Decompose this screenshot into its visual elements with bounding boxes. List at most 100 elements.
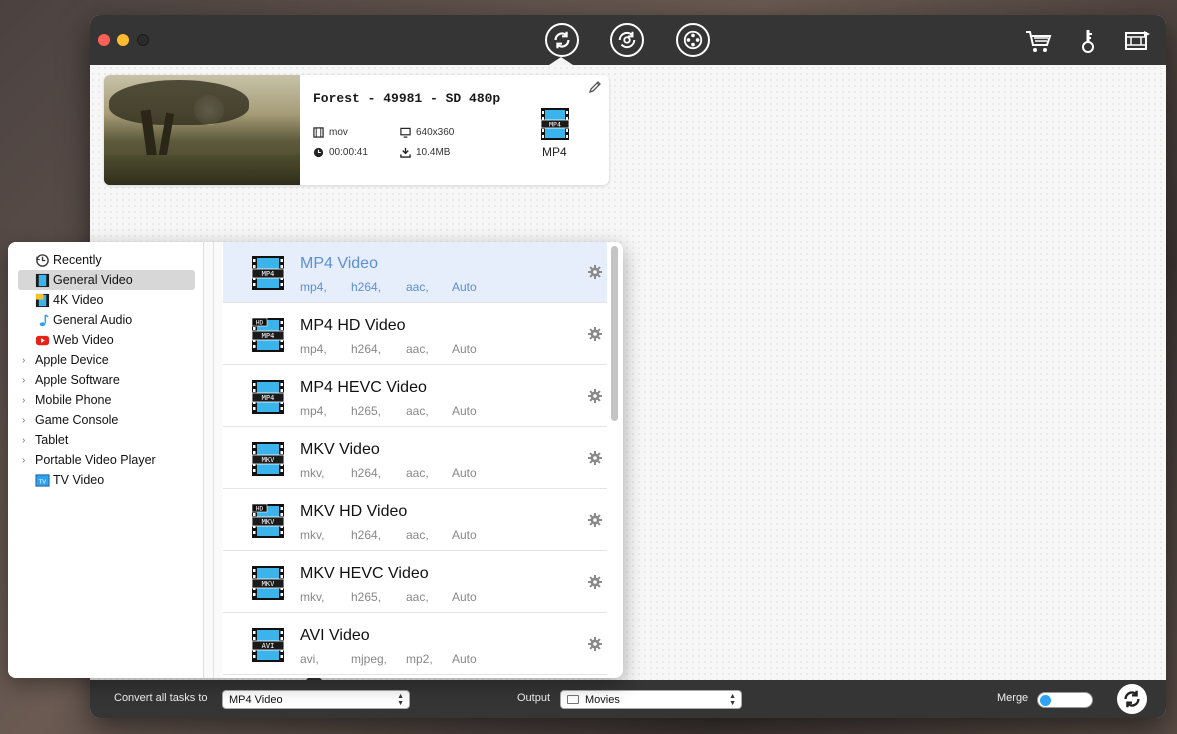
gear-icon[interactable] [587, 326, 603, 342]
close-window-button[interactable] [98, 34, 110, 46]
music-note-icon [35, 313, 50, 328]
select-arrows-icon: ▲ ▼ [729, 693, 736, 707]
avi-format-icon: AVI [251, 627, 285, 663]
container-meta: mov [313, 127, 348, 138]
format-list-scrollbar[interactable] [611, 246, 618, 421]
task-title: Forest - 49981 - SD 480p [313, 91, 501, 106]
mkv-hd-format-icon: MKV HD [251, 503, 285, 539]
convert-button[interactable] [1117, 684, 1147, 714]
clock-icon [313, 147, 324, 158]
film-mode-button[interactable] [676, 23, 710, 57]
mp4-format-icon: MP4 [251, 255, 285, 291]
category-4k-video[interactable]: 4K Video [18, 290, 195, 310]
category-label: Mobile Phone [35, 393, 112, 407]
cart-icon [1026, 31, 1052, 52]
rotate-mode-button[interactable] [610, 23, 644, 57]
convert-mode-button[interactable] [545, 23, 579, 57]
mp4-format-icon[interactable]: MP4 [540, 107, 570, 141]
merge-toggle[interactable] [1037, 692, 1093, 708]
format-spec: h264, [351, 342, 382, 356]
format-name: AVI Video [300, 627, 370, 644]
container-value: mov [329, 127, 348, 138]
chevron-right-icon[interactable]: › [22, 435, 32, 446]
format-row-mp4-video[interactable]: MP4 MP4 Video mp4, h264, aac, Auto [223, 242, 607, 303]
category-label: Apple Software [35, 373, 120, 387]
format-row-avi-video[interactable]: AVI AVI Video avi, mjpeg, mp2, Auto [223, 614, 607, 675]
format-spec: mp4, [300, 342, 327, 356]
minimize-window-button[interactable] [117, 34, 129, 46]
output-format-label: MP4 [542, 145, 567, 159]
category-label: General Audio [53, 313, 133, 327]
category-label: General Video [53, 273, 133, 287]
format-row-mp4-hevc-video[interactable]: MP4 MP4 HEVC Video mp4, h265, aac, Auto [223, 366, 607, 427]
size-meta: 10.4MB [400, 147, 450, 158]
category-apple-software[interactable]: › Apple Software [18, 370, 195, 390]
format-spec: aac, [406, 404, 429, 418]
format-spec: h265, [351, 590, 382, 604]
cart-button[interactable] [1023, 27, 1053, 55]
video-settings-button[interactable] [1123, 27, 1153, 55]
maximize-window-button[interactable] [137, 34, 149, 46]
category-general-video[interactable]: General Video [18, 270, 195, 290]
format-spec: mkv, [300, 590, 325, 604]
key-icon [1082, 30, 1094, 53]
film-icon [35, 273, 50, 288]
format-spec: h264, [351, 528, 382, 542]
mp4-hd-format-icon: MP4 HD [251, 317, 285, 353]
category-label: Web Video [53, 333, 114, 347]
format-spec: mkv, [300, 528, 325, 542]
resolution-meta: 640x360 [400, 127, 454, 138]
format-row-mp4-hd-video[interactable]: MP4 HD MP4 HD Video mp4, h264, aac, Auto [223, 304, 607, 365]
category-apple-device[interactable]: › Apple Device [18, 350, 195, 370]
format-spec: Auto [452, 466, 477, 480]
category-tablet[interactable]: › Tablet [18, 430, 195, 450]
format-picker-popup: Recently General Video 4K Video General Aud… [8, 242, 623, 678]
category-portable-video-player[interactable]: › Portable Video Player [18, 450, 195, 470]
category-web-video[interactable]: Web Video [18, 330, 195, 350]
history-icon [35, 253, 50, 268]
format-spec: aac, [406, 528, 429, 542]
format-spec: Auto [452, 280, 477, 294]
gear-icon[interactable] [587, 512, 603, 528]
monitor-icon [400, 127, 411, 138]
category-general-audio[interactable]: General Audio [18, 310, 195, 330]
youtube-icon [35, 333, 50, 348]
register-button[interactable] [1073, 27, 1103, 55]
format-spec: h264, [351, 466, 382, 480]
task-card[interactable]: Forest - 49981 - SD 480p mov 640x360 00:… [104, 75, 609, 185]
gear-icon[interactable] [587, 388, 603, 404]
film-reel-icon [683, 30, 703, 50]
pencil-icon[interactable] [587, 79, 603, 95]
video-thumbnail[interactable] [104, 75, 300, 185]
output-folder-select[interactable]: Movies ▲ ▼ [560, 690, 742, 709]
category-label: Game Console [35, 413, 119, 427]
format-row-mkv-hevc-video[interactable]: MKV MKV HEVC Video mkv, h265, aac, Auto [223, 552, 607, 613]
category-label: TV Video [53, 473, 105, 487]
chevron-right-icon[interactable]: › [22, 395, 32, 406]
gear-icon[interactable] [587, 574, 603, 590]
gear-icon[interactable] [587, 264, 603, 280]
format-spec: aac, [406, 280, 429, 294]
duration-value: 00:00:41 [329, 147, 368, 158]
chevron-right-icon[interactable]: › [22, 355, 32, 366]
svg-text:HD: HD [256, 320, 264, 327]
category-tv-video[interactable]: TV TV Video [18, 470, 195, 490]
chevron-right-icon[interactable]: › [22, 455, 32, 466]
category-game-console[interactable]: › Game Console [18, 410, 195, 430]
category-recently[interactable]: Recently [18, 250, 195, 270]
gear-icon[interactable] [587, 450, 603, 466]
format-row-mkv-video[interactable]: MKV MKV Video mkv, h264, aac, Auto [223, 428, 607, 489]
mp4-format-icon: MP4 [251, 379, 285, 415]
convert-format-select[interactable]: MP4 Video ▲ ▼ [222, 690, 410, 709]
gear-icon[interactable] [587, 636, 603, 652]
format-name: MP4 HEVC Video [300, 379, 427, 396]
format-name: MKV HD Video [300, 503, 408, 520]
convert-all-label: Convert all tasks to [114, 692, 208, 704]
chevron-right-icon[interactable]: › [22, 375, 32, 386]
duration-meta: 00:00:41 [313, 147, 368, 158]
chevron-right-icon[interactable]: › [22, 415, 32, 426]
category-mobile-phone[interactable]: › Mobile Phone [18, 390, 195, 410]
rotate-icon [618, 31, 636, 49]
format-row-mkv-hd-video[interactable]: MKV HD MKV HD Video mkv, h264, aac, Auto [223, 490, 607, 551]
output-label: Output [517, 692, 551, 704]
